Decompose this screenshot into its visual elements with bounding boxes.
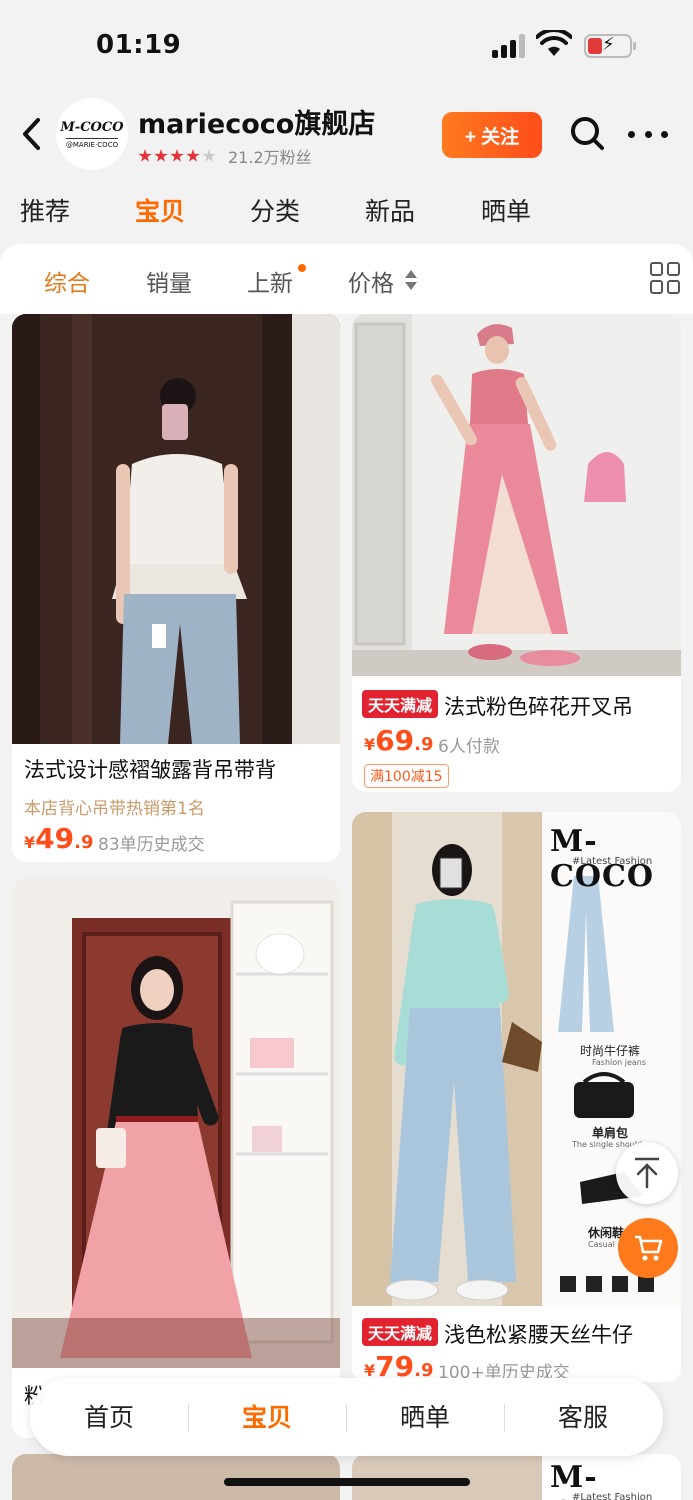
- more-dot-icon: [644, 130, 652, 138]
- sort-arrows-icon: [404, 270, 418, 292]
- product-subtitle: 本店背心吊带热销第1名: [24, 799, 205, 819]
- signal-icon: [492, 34, 526, 58]
- product-image: [352, 1454, 542, 1500]
- tab-reviews[interactable]: 晒单: [481, 192, 531, 228]
- home-indicator: [224, 1478, 470, 1486]
- cart-icon: [635, 1235, 663, 1261]
- brand-subtitle: #Latest Fashion: [572, 1492, 653, 1500]
- more-dot-icon: [661, 130, 668, 138]
- product-title: 天天满减 浅色松紧腰天丝牛仔: [362, 1318, 680, 1349]
- store-tabs: 推荐 宝贝 分类 新品 晒单: [0, 182, 693, 244]
- sort-sales[interactable]: 销量: [146, 264, 192, 298]
- product-card[interactable]: M-COCO #Latest Fashion 时尚牛仔裤 Fashion jea…: [352, 812, 681, 1382]
- star-icon: [202, 149, 216, 162]
- status-time: 01:19: [96, 30, 182, 60]
- store-name[interactable]: mariecoco旗舰店: [138, 102, 375, 141]
- promo-badge: 天天满减: [362, 1318, 439, 1346]
- product-sold: 83单历史成交: [98, 835, 205, 855]
- grid-view-icon[interactable]: [650, 262, 682, 294]
- status-bar: 01:19 ⚡: [0, 0, 693, 92]
- product-image: [12, 1454, 340, 1500]
- search-icon: [571, 117, 604, 150]
- store-rating: 21.2万粉丝: [138, 144, 312, 168]
- callout-label: 单肩包: [592, 1126, 629, 1140]
- more-button[interactable]: [628, 122, 668, 146]
- cart-button[interactable]: [618, 1218, 678, 1278]
- sort-default[interactable]: 综合: [44, 264, 90, 298]
- sort-bar: 综合 销量 上新 价格: [0, 244, 693, 314]
- callout-sub: Fashion jeans: [592, 1058, 647, 1067]
- fan-count: 21.2万粉丝: [228, 148, 312, 167]
- search-button[interactable]: [568, 114, 608, 154]
- product-title: 法式设计感褶皱露背吊带背: [24, 758, 276, 782]
- product-card[interactable]: 粉: [12, 878, 340, 1438]
- tab-recommend[interactable]: 推荐: [20, 192, 70, 228]
- product-card[interactable]: 天天满减 法式粉色碎花开叉吊 ¥69.9 6人付款 满100减15: [352, 314, 681, 792]
- nav-reviews[interactable]: 晒单: [346, 1398, 504, 1434]
- product-image: [352, 314, 681, 676]
- star-icon: [186, 149, 200, 162]
- arrow-up-icon: [635, 1157, 659, 1189]
- chevron-left-icon: [23, 118, 40, 150]
- product-price: ¥69.9: [364, 724, 434, 757]
- tab-categories[interactable]: 分类: [250, 192, 300, 228]
- product-title: 天天满减 法式粉色碎花开叉吊: [362, 690, 680, 721]
- sort-new[interactable]: 上新: [247, 264, 293, 298]
- more-dot-icon: [628, 130, 635, 138]
- callout-sub: Casual s: [588, 1240, 622, 1249]
- product-image: [12, 878, 340, 1368]
- product-price: ¥49.9: [24, 822, 94, 855]
- product-image: [12, 314, 340, 744]
- tab-products[interactable]: 宝贝: [135, 192, 185, 228]
- product-sold: 6人付款: [438, 737, 500, 757]
- store-logo-sub: @MARIE·COCO: [65, 137, 119, 149]
- nav-home[interactable]: 首页: [30, 1398, 188, 1434]
- star-icon: [170, 149, 184, 162]
- nav-customer-service[interactable]: 客服: [504, 1398, 662, 1434]
- tab-new[interactable]: 新品: [365, 192, 415, 228]
- coupon-tag: 满100减15: [364, 764, 449, 788]
- product-card[interactable]: 法式设计感褶皱露背吊带背 本店背心吊带热销第1名 ¥49.9 83单历史成交: [12, 314, 340, 862]
- store-logo[interactable]: M-COCO @MARIE·COCO: [56, 98, 128, 170]
- sort-price[interactable]: 价格: [348, 264, 394, 298]
- new-indicator-dot: [298, 264, 306, 272]
- callout-label: 时尚牛仔裤: [580, 1044, 641, 1058]
- battery-icon: ⚡: [584, 34, 636, 58]
- bottom-nav: 首页 宝贝 晒单 客服: [30, 1378, 663, 1456]
- store-logo-text: M-COCO: [60, 119, 124, 135]
- promo-badge: 天天满减: [362, 690, 439, 718]
- follow-button[interactable]: + 关注: [442, 112, 542, 158]
- back-button[interactable]: [14, 114, 48, 154]
- product-card[interactable]: M-COCO #Latest Fashion: [352, 1454, 681, 1500]
- star-icon: [154, 149, 168, 162]
- nav-products[interactable]: 宝贝: [188, 1398, 346, 1434]
- star-icon: [138, 149, 152, 162]
- rating-stars: [138, 149, 218, 163]
- store-header: M-COCO @MARIE·COCO mariecoco旗舰店 21.2万粉丝 …: [0, 92, 693, 182]
- wifi-icon: [536, 30, 572, 56]
- product-card[interactable]: [12, 1454, 340, 1500]
- brand-subtitle: #Latest Fashion: [572, 856, 653, 867]
- product-feed: 法式设计感褶皱露背吊带背 本店背心吊带热销第1名 ¥49.9 83单历史成交 天…: [0, 314, 693, 1500]
- scroll-top-button[interactable]: [616, 1142, 678, 1204]
